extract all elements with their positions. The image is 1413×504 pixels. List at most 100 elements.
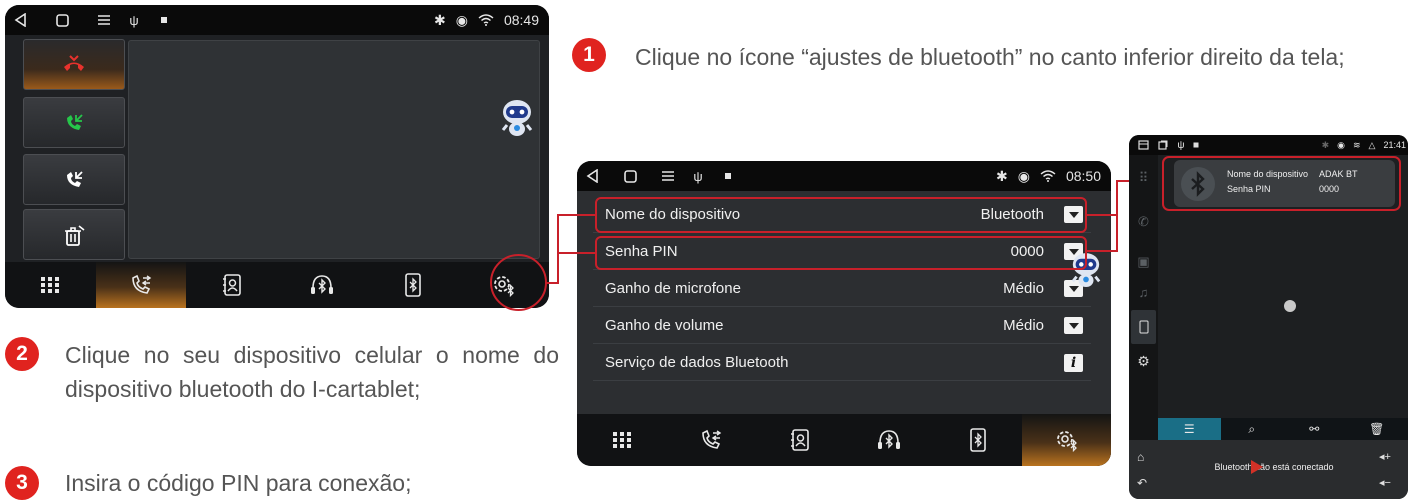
loading-dot [1284, 300, 1296, 312]
location-icon: ◉ [455, 11, 468, 28]
bluetooth-phone-icon[interactable] [1131, 310, 1156, 344]
window-icon[interactable] [1153, 140, 1173, 150]
notification-icon [713, 172, 743, 180]
status-bar: ψ ✱ ◉ 08:49 [5, 5, 549, 35]
phone-calls-button[interactable] [95, 262, 187, 308]
menu-icon[interactable] [89, 14, 119, 26]
home-icon[interactable]: ⌂ [1137, 450, 1144, 464]
setting-row-mic-gain[interactable]: Ganho de microfone Médio [593, 271, 1091, 307]
clock: 08:49 [503, 12, 539, 28]
connector-line [1086, 250, 1117, 252]
step-3-text: Insira o código PIN para conexão; [65, 470, 412, 496]
warning-icon: △ [1368, 139, 1376, 150]
clock: 21:41 [1383, 140, 1406, 150]
step-2-badge: 2 [5, 337, 39, 371]
bluetooth-status-text: Bluetooth não está conectado [1214, 462, 1334, 472]
bluetooth-settings-icon [1056, 431, 1077, 453]
call-transfer-icon [67, 170, 83, 187]
notification-icon [149, 16, 179, 24]
clock: 08:50 [1065, 168, 1101, 184]
setting-row-bluetooth-data[interactable]: Serviço de dados Bluetooth i [593, 345, 1091, 381]
contacts-button[interactable] [186, 262, 277, 308]
device-name-highlight [595, 197, 1087, 233]
side-menu: ⠿ ✆ ▣ ♫ ⚙ [1129, 155, 1158, 440]
apps-grid-button[interactable] [5, 262, 96, 308]
call-info-panel [128, 40, 540, 259]
hang-up-icon [64, 54, 84, 71]
call-transfer-button[interactable] [23, 154, 125, 205]
bluetooth-phone-button[interactable] [368, 262, 459, 308]
usb-icon: ψ [129, 12, 139, 28]
recent-apps-icon[interactable] [1133, 140, 1153, 150]
contacts-icon [790, 429, 809, 451]
voice-assistant-robot-icon[interactable] [500, 98, 534, 140]
status-bar: ψ ✱ ◉ 08:50 [577, 161, 1111, 191]
connector-line [1086, 214, 1117, 216]
call-screen-screenshot: ψ ✱ ◉ 08:49 [5, 5, 549, 308]
answer-call-button[interactable] [23, 97, 125, 148]
bluetooth-settings-button[interactable] [1022, 414, 1111, 466]
usb-icon: ψ [693, 168, 703, 184]
location-icon: ◉ [1337, 139, 1345, 150]
contacts-button[interactable] [755, 414, 844, 466]
setting-value: Médio [1003, 317, 1044, 334]
portrait-bottom-bar: ⌂ ↶ Bluetooth não está conectado ◂+ ◂− [1129, 440, 1408, 499]
bottom-dock [577, 414, 1111, 466]
volume-down-icon[interactable]: ◂− [1379, 476, 1391, 489]
bottom-dock [5, 262, 549, 308]
back-icon[interactable] [577, 169, 607, 183]
usb-icon: ψ [1177, 139, 1185, 151]
device-info-highlight [1162, 156, 1401, 211]
bluetooth-music-button[interactable] [277, 262, 368, 308]
hang-up-button[interactable] [23, 39, 125, 90]
calls-icon[interactable]: ✆ [1131, 205, 1156, 239]
setting-row-volume-gain[interactable]: Ganho de volume Médio [593, 308, 1091, 344]
wifi-icon [1040, 170, 1056, 182]
back-icon[interactable]: ↶ [1137, 476, 1147, 490]
connector-line [557, 252, 596, 254]
setting-label: Ganho de volume [605, 317, 724, 334]
keypad-icon[interactable]: ⠿ [1131, 161, 1156, 195]
phone-calls-icon [132, 274, 152, 294]
connector-line [1116, 180, 1118, 252]
wifi-icon: ≋ [1353, 139, 1361, 150]
phone-calls-button[interactable] [666, 414, 755, 466]
home-icon[interactable] [47, 13, 77, 27]
step-3-badge: 3 [5, 466, 39, 500]
delete-tab-icon[interactable]: 🗑 [1346, 418, 1409, 440]
apps-grid-icon [612, 432, 631, 448]
bluetooth-music-button[interactable] [844, 414, 933, 466]
bluetooth-status-icon: ✱ [1321, 139, 1330, 150]
settings-gear-icon[interactable]: ⚙ [1131, 344, 1156, 378]
dropdown-arrow-icon[interactable] [1064, 317, 1083, 334]
home-icon[interactable] [615, 169, 645, 183]
play-icon[interactable] [1251, 460, 1263, 474]
volume-up-icon[interactable]: ◂+ [1379, 450, 1391, 463]
status-bar: ψ ✱ ◉ ≋ △ 21:41 [1129, 135, 1408, 155]
contacts-icon [222, 274, 241, 296]
setting-label: Ganho de microfone [605, 280, 741, 297]
delete-call-log-button[interactable] [23, 209, 125, 260]
phone-calls-icon [701, 429, 721, 449]
notification-icon [1189, 142, 1203, 148]
back-icon[interactable] [5, 13, 35, 27]
apps-grid-icon [41, 277, 60, 293]
search-tab-icon[interactable]: ⌕ [1221, 418, 1284, 440]
bluetooth-phone-icon [405, 273, 421, 297]
bluetooth-phone-button[interactable] [933, 414, 1022, 466]
apps-grid-button[interactable] [577, 414, 666, 466]
music-icon[interactable]: ♫ [1131, 275, 1156, 309]
delete-call-log-icon [65, 224, 85, 246]
settings-icon-highlight [490, 254, 547, 311]
bluetooth-phone-icon [969, 428, 986, 452]
step-1-text: Clique no ícone “ajustes de bluetooth” n… [635, 44, 1345, 70]
connector-line [557, 214, 559, 284]
setting-label: Serviço de dados Bluetooth [605, 354, 789, 371]
connector-line [557, 214, 596, 216]
contacts-icon[interactable]: ▣ [1131, 245, 1156, 279]
list-tab-icon[interactable]: ☰ [1158, 418, 1221, 440]
answer-call-icon [67, 113, 83, 130]
info-icon[interactable]: i [1064, 353, 1083, 372]
menu-icon[interactable] [653, 170, 683, 182]
link-tab-icon[interactable]: ⚯ [1283, 418, 1346, 440]
